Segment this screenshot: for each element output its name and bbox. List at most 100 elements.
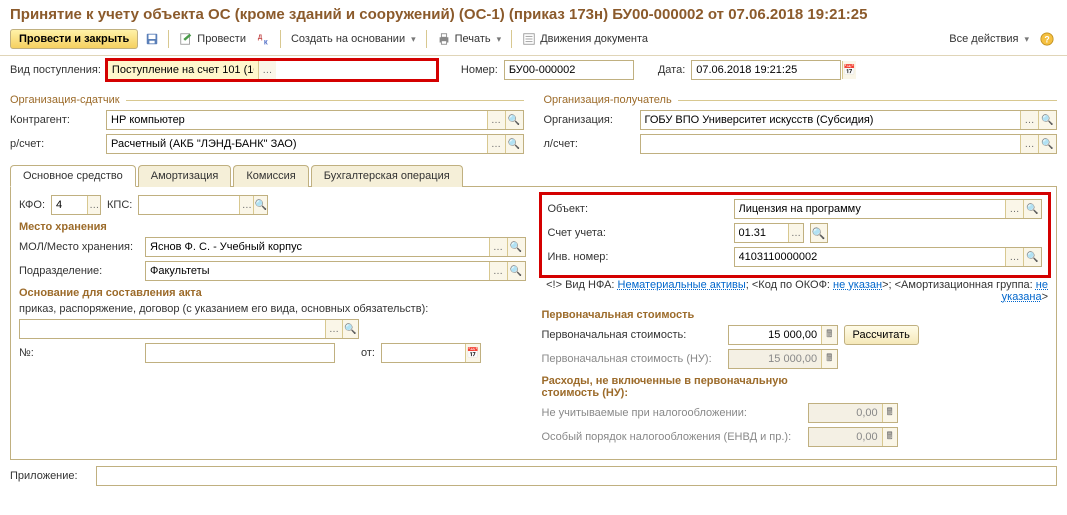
search-icon[interactable]: 🔍 — [507, 262, 525, 280]
search-icon[interactable]: 🔍 — [507, 238, 525, 256]
from-input[interactable] — [382, 344, 465, 362]
counterparty-label: Контрагент: — [10, 114, 100, 126]
ellipsis-icon[interactable]: … — [1020, 111, 1038, 129]
toolbar: Провести и закрыть Провести ДК Создать н… — [0, 25, 1067, 56]
cost-title: Первоначальная стоимость — [542, 309, 1049, 321]
submit-close-button[interactable]: Провести и закрыть — [10, 29, 138, 49]
ellipsis-icon[interactable]: … — [1005, 248, 1023, 266]
inv-input[interactable] — [735, 248, 1006, 266]
date-input[interactable] — [692, 61, 842, 79]
calendar-icon[interactable]: 📅 — [842, 61, 855, 79]
calculator-icon[interactable]: 🖩 — [821, 326, 836, 344]
laccount-label: л/счет: — [544, 138, 634, 150]
tab-accounting-op[interactable]: Бухгалтерская операция — [311, 165, 463, 187]
ellipsis-icon[interactable]: … — [239, 196, 253, 214]
raccount-label: р/счет: — [10, 138, 100, 150]
ellipsis-icon[interactable]: … — [487, 135, 505, 153]
number-input[interactable] — [505, 61, 655, 79]
mol-input[interactable] — [146, 238, 489, 256]
tab-main-asset[interactable]: Основное средство — [10, 165, 136, 187]
create-based-button[interactable]: Создать на основании — [287, 30, 420, 48]
link-okof[interactable]: не указан — [833, 279, 882, 291]
basis-title: Основание для составления акта — [19, 287, 526, 299]
svg-text:?: ? — [1044, 35, 1049, 45]
page-title: Принятие к учету объекта ОС (кроме здани… — [0, 0, 1067, 25]
sender-legend: Организация-сдатчик — [10, 94, 524, 106]
ellipsis-icon[interactable]: … — [489, 262, 507, 280]
basis-hint: приказ, распоряжение, договор (с указани… — [19, 303, 526, 315]
counterparty-input[interactable] — [107, 111, 487, 129]
number-label: Номер: — [461, 64, 498, 76]
ellipsis-icon[interactable]: … — [87, 196, 100, 214]
kps-input[interactable] — [139, 196, 239, 214]
no-input[interactable] — [146, 344, 334, 362]
svg-text:Д: Д — [258, 34, 263, 41]
object-input[interactable] — [735, 200, 1006, 218]
no-label: №: — [19, 347, 139, 359]
search-icon[interactable]: 🔍 — [1023, 200, 1041, 218]
raccount-input[interactable] — [107, 135, 487, 153]
calculator-icon: 🖩 — [821, 350, 836, 368]
cost-nu-input — [729, 350, 822, 368]
ellipsis-icon[interactable]: … — [258, 61, 276, 79]
kfo-label: КФО: — [19, 199, 45, 211]
ellipsis-icon[interactable]: … — [489, 238, 507, 256]
cost-input[interactable] — [729, 326, 822, 344]
org-input[interactable] — [641, 111, 1021, 129]
search-icon[interactable]: 🔍 — [505, 111, 523, 129]
excl2-label: Особый порядок налогообложения (ЕНВД и п… — [542, 431, 802, 443]
print-label: Печать — [455, 33, 491, 45]
account-input[interactable] — [735, 224, 789, 242]
receipt-type-input[interactable] — [108, 61, 258, 79]
storage-title: Место хранения — [19, 221, 526, 233]
cost-nu-label: Первоначальная стоимость (НУ): — [542, 353, 722, 365]
tab-commission[interactable]: Комиссия — [233, 165, 308, 187]
search-icon[interactable]: 🔍 — [342, 320, 358, 338]
debit-credit-icon[interactable]: ДК — [254, 29, 274, 49]
inv-label: Инв. номер: — [548, 251, 728, 263]
print-button[interactable]: Печать — [433, 29, 506, 49]
post-button[interactable]: Провести — [175, 29, 250, 49]
search-icon[interactable]: 🔍 — [1038, 111, 1056, 129]
link-nma[interactable]: Нематериальные активы — [618, 279, 746, 291]
date-label: Дата: — [658, 64, 685, 76]
object-label: Объект: — [548, 203, 728, 215]
all-actions-label: Все действия — [949, 33, 1018, 45]
help-icon[interactable]: ? — [1037, 29, 1057, 49]
post-label: Провести — [197, 33, 246, 45]
calendar-icon[interactable]: 📅 — [465, 344, 480, 362]
search-icon[interactable]: 🔍 — [505, 135, 523, 153]
save-icon[interactable] — [142, 29, 162, 49]
search-icon[interactable]: 🔍 — [810, 223, 828, 243]
ellipsis-icon[interactable]: … — [788, 224, 802, 242]
search-icon[interactable]: 🔍 — [253, 196, 267, 214]
ellipsis-icon[interactable]: … — [487, 111, 505, 129]
ellipsis-icon[interactable]: … — [325, 320, 341, 338]
object-highlight-box: Объект: … 🔍 Счет учета: … 🔍 — [542, 195, 1049, 275]
excl1-input — [809, 404, 882, 422]
kfo-input[interactable] — [52, 196, 87, 214]
tabs: Основное средство Амортизация Комиссия Б… — [10, 164, 1057, 187]
all-actions-button[interactable]: Все действия — [945, 30, 1033, 48]
org-label: Организация: — [544, 114, 634, 126]
calc-button[interactable]: Рассчитать — [844, 325, 919, 345]
mol-label: МОЛ/Место хранения: — [19, 241, 139, 253]
ellipsis-icon[interactable]: … — [1020, 135, 1038, 153]
account-label: Счет учета: — [548, 227, 728, 239]
ellipsis-icon[interactable]: … — [1005, 200, 1023, 218]
dept-input[interactable] — [146, 262, 489, 280]
svg-text:К: К — [264, 39, 268, 46]
movements-button[interactable]: Движения документа — [518, 29, 652, 49]
tab-depreciation[interactable]: Амортизация — [138, 165, 232, 187]
search-icon[interactable]: 🔍 — [1023, 248, 1041, 266]
excluded-title: Расходы, не включенные в первоначальную … — [542, 375, 842, 399]
basis-input[interactable] — [20, 320, 325, 338]
attachment-input[interactable] — [97, 467, 1056, 485]
laccount-input[interactable] — [641, 135, 1021, 153]
calculator-icon: 🖩 — [882, 404, 897, 422]
attachment-label: Приложение: — [10, 470, 90, 482]
from-label: от: — [361, 347, 375, 359]
search-icon[interactable]: 🔍 — [1038, 135, 1056, 153]
movements-label: Движения документа — [540, 33, 648, 45]
dept-label: Подразделение: — [19, 265, 139, 277]
